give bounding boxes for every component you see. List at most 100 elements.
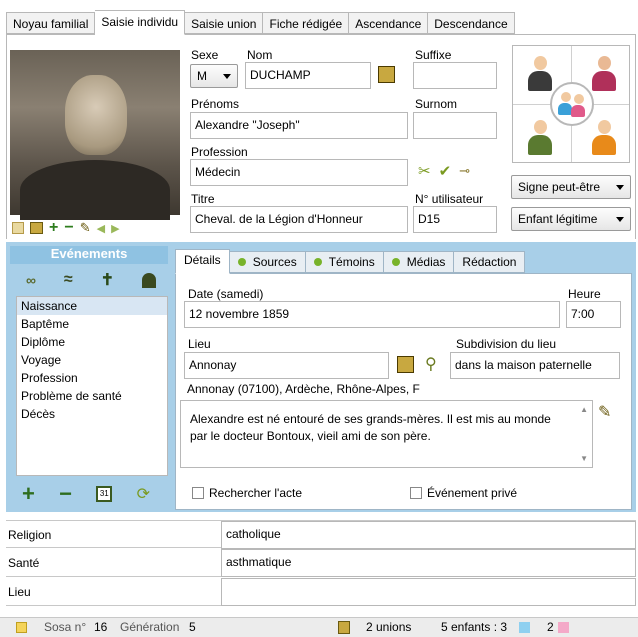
- rechercher-acte-label: Rechercher l'acte: [209, 486, 302, 500]
- sexe-select[interactable]: M: [190, 64, 238, 88]
- lieu-extra-field[interactable]: [221, 578, 636, 606]
- religion-field[interactable]: catholique: [221, 521, 636, 549]
- edit-note-icon[interactable]: ✎: [598, 402, 611, 422]
- tab-saisie-union[interactable]: Saisie union: [185, 12, 264, 34]
- refresh-icon[interactable]: ⟳: [137, 484, 150, 504]
- chevron-down-icon: [616, 217, 624, 222]
- status-bar: Sosa n° 16 Génération 5 2 unions 5 enfan…: [0, 617, 638, 637]
- chevron-down-icon: [616, 185, 624, 190]
- calendar-icon[interactable]: 31: [96, 486, 113, 502]
- remove-icon[interactable]: −: [64, 220, 73, 236]
- sante-field[interactable]: asthmatique: [221, 549, 636, 577]
- photo-frame-icon[interactable]: [12, 222, 24, 234]
- prenoms-field[interactable]: Alexandre "Joseph": [190, 112, 408, 139]
- key-icon[interactable]: ⊸: [459, 163, 470, 179]
- evenement-prive-label: Événement privé: [427, 486, 518, 500]
- edit-pencil-icon[interactable]: ✎: [80, 220, 91, 236]
- lieu-extra-row: Lieu: [6, 578, 636, 606]
- event-item-diplome[interactable]: Diplôme: [17, 333, 167, 351]
- note-area[interactable]: Alexandre est né entouré de ses grands-m…: [180, 400, 593, 468]
- spouse-icon[interactable]: [527, 120, 553, 156]
- unions-count: 2 unions: [366, 620, 412, 634]
- tab-redaction[interactable]: Rédaction: [454, 251, 526, 273]
- checkbox-icon: [192, 487, 204, 499]
- rechercher-acte-checkbox[interactable]: Rechercher l'acte: [192, 486, 302, 500]
- suffixe-field[interactable]: [413, 62, 497, 89]
- scroll-down-icon[interactable]: ▼: [580, 454, 588, 463]
- book-icon[interactable]: [30, 222, 43, 234]
- surnom-field[interactable]: [413, 112, 497, 139]
- remove-event-icon[interactable]: −: [59, 483, 72, 505]
- subdivision-field[interactable]: dans la maison paternelle: [450, 352, 620, 379]
- nom-field[interactable]: DUCHAMP: [245, 62, 371, 89]
- scissors-icon[interactable]: ✂: [418, 162, 431, 180]
- tab-sources[interactable]: Sources: [229, 251, 306, 273]
- profession-field[interactable]: Médecin: [190, 159, 408, 186]
- girls-swatch: [558, 622, 569, 633]
- heure-field[interactable]: 7:00: [566, 301, 621, 328]
- map-pin-icon[interactable]: ⚲: [425, 354, 437, 374]
- rings-icon[interactable]: ∞: [26, 272, 36, 288]
- filiation-select[interactable]: Enfant légitime: [511, 207, 631, 231]
- signe-value: Signe peut-être: [518, 180, 601, 194]
- event-item-naissance[interactable]: Naissance: [17, 297, 167, 315]
- tab-descendance[interactable]: Descendance: [428, 12, 515, 34]
- events-toolbar: ∞ ≈ ✝: [26, 270, 156, 290]
- tab-noyau-familial[interactable]: Noyau familial: [6, 12, 96, 34]
- event-item-deces[interactable]: Décès: [17, 405, 167, 423]
- siblings-icon[interactable]: [550, 82, 594, 126]
- chevron-down-icon: [223, 74, 231, 79]
- lieu-field[interactable]: Annonay: [184, 352, 389, 379]
- next-icon[interactable]: ▶: [111, 222, 119, 235]
- events-header: Evénements: [10, 246, 168, 264]
- mother-icon[interactable]: [591, 56, 617, 92]
- add-event-icon[interactable]: +: [22, 483, 35, 505]
- event-item-bapteme[interactable]: Baptême: [17, 315, 167, 333]
- previous-icon[interactable]: ◀: [97, 222, 105, 235]
- evenement-prive-checkbox[interactable]: Événement privé: [410, 486, 517, 500]
- status-dot-icon: [313, 258, 322, 266]
- tombstone-icon[interactable]: [141, 272, 156, 288]
- signe-select[interactable]: Signe peut-être: [511, 175, 631, 199]
- family-icons-box: [512, 45, 630, 163]
- check-icon[interactable]: ✔: [439, 162, 452, 180]
- sosa-icon: [16, 622, 27, 633]
- add-icon[interactable]: +: [49, 220, 58, 236]
- cross-icon[interactable]: ✝: [101, 270, 114, 290]
- father-icon[interactable]: [527, 56, 553, 92]
- enfants-count: 5 enfants : 3: [441, 620, 508, 634]
- tab-details[interactable]: Détails: [175, 249, 230, 274]
- portrait-photo[interactable]: [10, 50, 180, 220]
- nom-label: Nom: [247, 48, 273, 62]
- status-dot-icon: [391, 258, 400, 266]
- sexe-label: Sexe: [191, 48, 219, 62]
- date-label: Date (samedi): [188, 287, 264, 301]
- surnom-label: Surnom: [415, 97, 458, 111]
- child-icon[interactable]: [591, 120, 617, 156]
- tab-ascendance[interactable]: Ascendance: [349, 12, 429, 34]
- generation-value: 5: [189, 620, 196, 634]
- titre-field[interactable]: Cheval. de la Légion d'Honneur: [190, 206, 408, 233]
- lieu-extra-label: Lieu: [8, 585, 31, 599]
- note-text: Alexandre est né entouré de ses grands-m…: [190, 412, 551, 443]
- prenoms-label: Prénoms: [191, 97, 240, 111]
- religion-row: Religion catholique: [6, 520, 636, 549]
- tab-fiche-redigee[interactable]: Fiche rédigée: [263, 12, 350, 34]
- suffixe-label: Suffixe: [415, 48, 452, 62]
- book-icon[interactable]: [378, 66, 395, 83]
- event-item-voyage[interactable]: Voyage: [17, 351, 167, 369]
- tab-saisie-individu[interactable]: Saisie individu: [95, 10, 186, 35]
- events-list: Naissance Baptême Diplôme Voyage Profess…: [16, 296, 168, 476]
- book-icon[interactable]: [397, 356, 414, 373]
- religion-label: Religion: [8, 528, 52, 542]
- date-field[interactable]: 12 novembre 1859: [184, 301, 560, 328]
- event-item-profession[interactable]: Profession: [17, 369, 167, 387]
- tab-medias[interactable]: Médias: [383, 251, 455, 273]
- approx-icon[interactable]: ≈: [64, 271, 73, 289]
- sexe-value: M: [197, 69, 207, 83]
- scroll-up-icon[interactable]: ▲: [580, 405, 588, 414]
- event-item-probleme-sante[interactable]: Problème de santé: [17, 387, 167, 405]
- num-utilisateur-field[interactable]: D15: [413, 206, 497, 233]
- tab-temoins[interactable]: Témoins: [305, 251, 384, 273]
- photo-toolbar: + − ✎ ◀ ▶: [12, 220, 180, 236]
